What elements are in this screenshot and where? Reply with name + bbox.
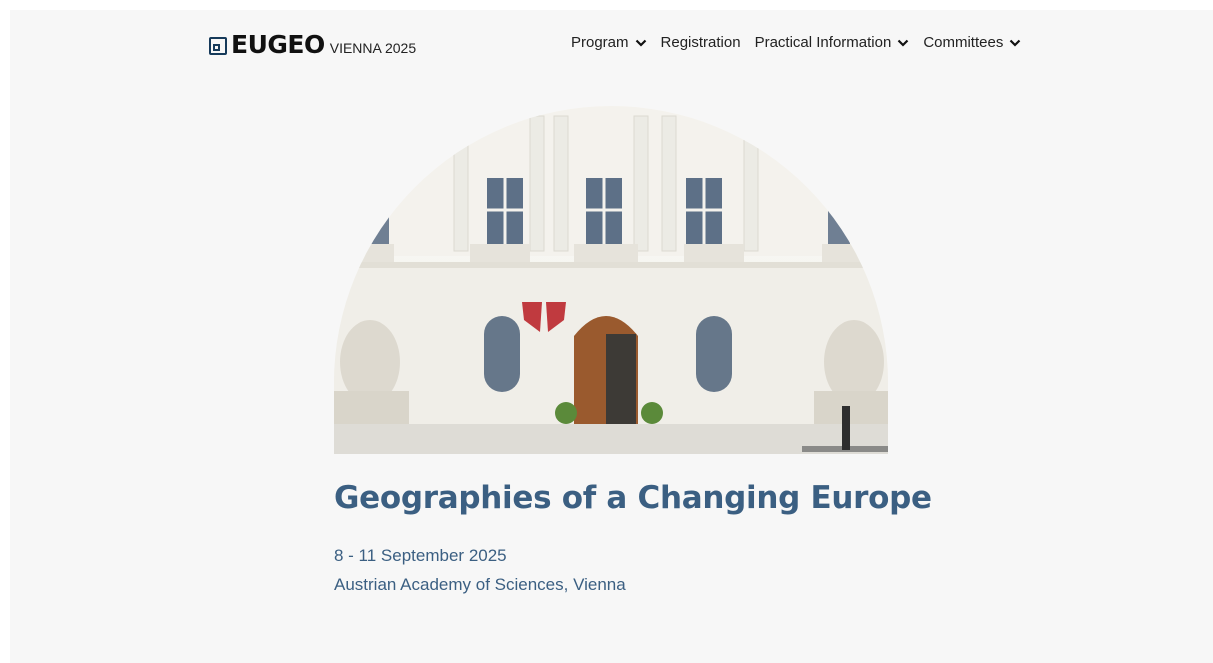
- page: EUGEO VIENNA 2025 Program Registration P…: [10, 10, 1213, 663]
- nav-program[interactable]: Program: [571, 34, 647, 51]
- hero-title: Geographies of a Changing Europe: [334, 480, 932, 516]
- nav-program-label: Program: [571, 34, 629, 51]
- nav-practical-information-label: Practical Information: [754, 34, 892, 51]
- chevron-down-icon: [898, 39, 909, 47]
- nav-registration-label: Registration: [660, 34, 741, 51]
- chevron-down-icon: [1010, 39, 1021, 47]
- building-facade-illustration: [334, 106, 888, 454]
- chevron-down-icon: [635, 39, 646, 47]
- nav-committees[interactable]: Committees: [923, 34, 1021, 51]
- nav-committees-label: Committees: [923, 34, 1004, 51]
- logo-icon: [209, 37, 227, 55]
- event-venue: Austrian Academy of Sciences, Vienna: [334, 575, 626, 594]
- main-nav: Program Registration Practical Informati…: [571, 34, 1021, 51]
- event-date: 8 - 11 September 2025: [334, 546, 507, 565]
- site-logo[interactable]: EUGEO VIENNA 2025: [209, 31, 416, 59]
- nav-registration[interactable]: Registration: [661, 34, 741, 51]
- logo-city: VIENNA 2025: [329, 40, 417, 56]
- logo-wordmark: EUGEO: [231, 30, 325, 59]
- hero-image: [334, 106, 888, 454]
- nav-practical-information[interactable]: Practical Information: [755, 34, 910, 51]
